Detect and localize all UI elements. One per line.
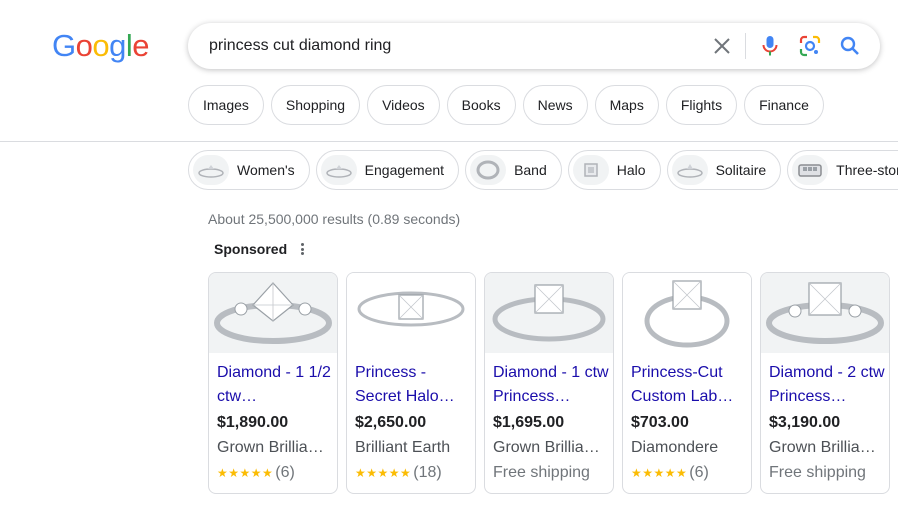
ring-image (623, 273, 751, 353)
product-card[interactable]: Princess - Secret Halo… $2,650.00 Brilli… (346, 272, 476, 494)
ring-thumbnail-icon (193, 155, 229, 185)
camera-lens-icon[interactable] (798, 34, 822, 58)
logo-letter: g (109, 28, 126, 63)
chip-three-stone[interactable]: Three-stone (787, 150, 898, 190)
star-rating-icon: ★★★★★ (217, 466, 274, 480)
product-rating: ★★★★★ (6) (217, 464, 295, 482)
sponsored-header: Sponsored (214, 241, 308, 257)
ring-thumbnail-icon (671, 155, 708, 185)
close-icon[interactable] (710, 34, 734, 58)
star-rating-icon: ★★★★★ (355, 466, 412, 480)
product-card[interactable]: Princess-Cut Custom Lab… $703.00 Diamond… (622, 272, 752, 494)
microphone-icon[interactable] (758, 34, 782, 58)
chip-label: Engagement (364, 162, 445, 178)
product-title[interactable]: Diamond - 1 ctw Princess… (493, 361, 609, 409)
product-title[interactable]: Diamond - 2 ctw Princess… (769, 361, 885, 409)
header-divider (0, 141, 898, 142)
product-rating: ★★★★★ (18) (355, 464, 442, 482)
ring-image (347, 273, 475, 353)
sponsored-label: Sponsored (214, 241, 288, 257)
logo-letter: G (52, 28, 76, 63)
chip-label: Solitaire (715, 162, 767, 178)
product-title[interactable]: Diamond - 1 1/2 ctw… (217, 361, 333, 409)
search-input[interactable] (209, 36, 689, 56)
ring-image (209, 273, 337, 353)
tab-videos[interactable]: Videos (367, 85, 440, 125)
product-price: $3,190.00 (769, 414, 841, 431)
search-icon[interactable] (838, 34, 862, 58)
chip-label: Halo (616, 162, 646, 178)
tab-maps[interactable]: Maps (594, 85, 659, 125)
search-tabs: Images Shopping Videos Books News Maps F… (188, 85, 824, 125)
star-rating-icon: ★★★★★ (631, 466, 688, 480)
product-rating: ★★★★★ (6) (631, 464, 709, 482)
ring-image (485, 273, 613, 353)
more-options-icon[interactable] (296, 241, 308, 257)
logo-letter: e (132, 28, 150, 63)
tab-books[interactable]: Books (446, 85, 516, 125)
product-shipping: Free shipping (493, 464, 590, 481)
product-merchant: Grown Brillia… (769, 439, 876, 456)
chip-halo[interactable]: Halo (567, 150, 661, 190)
tab-news[interactable]: News (522, 85, 588, 125)
product-card[interactable]: Diamond - 1 1/2 ctw… $1,890.00 Grown Bri… (208, 272, 338, 494)
product-merchant: Brilliant Earth (355, 439, 451, 456)
chip-label: Women's (237, 162, 295, 178)
review-count: (6) (689, 464, 709, 481)
product-carousel: Diamond - 1 1/2 ctw… $1,890.00 Grown Bri… (208, 272, 890, 494)
chip-solitaire[interactable]: Solitaire (666, 150, 782, 190)
ring-image (761, 273, 889, 353)
chip-engagement[interactable]: Engagement (315, 150, 460, 190)
product-price: $1,695.00 (493, 414, 565, 431)
result-stats: About 25,500,000 results (0.89 seconds) (208, 211, 461, 227)
chip-band[interactable]: Band (465, 150, 562, 190)
refinement-chips: Women's Engagement Band Halo Solitaire T… (188, 150, 898, 190)
review-count: (6) (275, 464, 295, 481)
product-price: $2,650.00 (355, 414, 427, 431)
product-title[interactable]: Princess-Cut Custom Lab… (631, 361, 747, 409)
logo-letter: o (92, 28, 110, 63)
product-merchant: Diamondere (631, 439, 719, 456)
chip-label: Band (514, 162, 547, 178)
ring-thumbnail-icon (320, 155, 357, 185)
tab-finance[interactable]: Finance (744, 85, 824, 125)
product-title[interactable]: Princess - Secret Halo… (355, 361, 471, 409)
product-price: $703.00 (631, 414, 689, 431)
tab-flights[interactable]: Flights (665, 85, 738, 125)
chip-label: Three-stone (836, 162, 898, 178)
search-box (188, 23, 880, 69)
logo-letter: o (75, 28, 93, 63)
product-shipping: Free shipping (769, 464, 866, 481)
product-card[interactable]: Diamond - 2 ctw Princess… $3,190.00 Grow… (760, 272, 890, 494)
ring-thumbnail-icon (470, 155, 507, 185)
tab-images[interactable]: Images (188, 85, 264, 125)
chip-womens[interactable]: Women's (188, 150, 310, 190)
tab-shopping[interactable]: Shopping (270, 85, 361, 125)
search-divider (745, 33, 746, 59)
google-logo[interactable]: Google (52, 28, 150, 64)
review-count: (18) (413, 464, 442, 481)
product-price: $1,890.00 (217, 414, 289, 431)
ring-thumbnail-icon (792, 155, 829, 185)
product-merchant: Grown Brillia… (217, 439, 324, 456)
product-merchant: Grown Brillia… (493, 439, 600, 456)
ring-thumbnail-icon (572, 155, 609, 185)
product-card[interactable]: Diamond - 1 ctw Princess… $1,695.00 Grow… (484, 272, 614, 494)
